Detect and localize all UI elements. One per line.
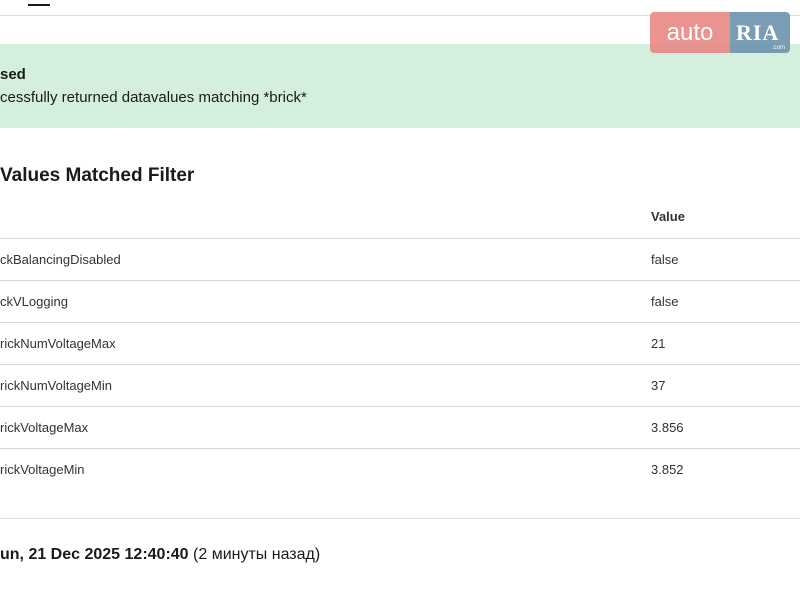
- column-header-value: Value: [651, 209, 685, 224]
- row-value: 37: [651, 378, 666, 393]
- alert-title: sed: [0, 66, 26, 83]
- row-value: 21: [651, 336, 666, 351]
- logo-ria-text: RIA: [736, 20, 780, 45]
- logo-ria-part: RIA .com: [730, 12, 790, 53]
- table-row: ckVLogging false: [0, 281, 800, 323]
- autoria-watermark-logo: auto RIA .com: [650, 12, 790, 53]
- table-row: rickVoltageMin 3.852: [0, 449, 800, 490]
- bottom-divider: [0, 518, 800, 519]
- row-name: rickVoltageMin: [0, 462, 85, 477]
- row-value: false: [651, 294, 679, 309]
- logo-ria-com: .com: [771, 45, 785, 51]
- row-name: rickNumVoltageMax: [0, 336, 116, 351]
- row-name: ckVLogging: [0, 294, 68, 309]
- row-value: 3.856: [651, 420, 684, 435]
- row-name: ckBalancingDisabled: [0, 252, 121, 267]
- success-alert: [0, 44, 800, 128]
- row-name: rickNumVoltageMin: [0, 378, 112, 393]
- last-updated-timestamp: un, 21 Dec 2025 12:40:40 (2 минуты назад…: [0, 546, 320, 564]
- timestamp-datetime: un, 21 Dec 2025 12:40:40: [0, 546, 189, 563]
- section-title: Values Matched Filter: [0, 165, 195, 186]
- table-row: rickNumVoltageMax 21: [0, 323, 800, 365]
- row-value: false: [651, 252, 679, 267]
- table-header: Value: [0, 196, 800, 239]
- logo-auto-part: auto: [650, 12, 730, 53]
- datavalues-table: Value ckBalancingDisabled false ckVLoggi…: [0, 196, 800, 490]
- table-row: rickNumVoltageMin 37: [0, 365, 800, 407]
- truncated-heading-fragment: [28, 0, 50, 6]
- row-name: rickVoltageMax: [0, 420, 89, 435]
- table-row: rickVoltageMax 3.856: [0, 407, 800, 449]
- row-value: 3.852: [651, 462, 684, 477]
- timestamp-relative: (2 минуты назад): [193, 546, 321, 563]
- alert-message: cessfully returned datavalues matching *…: [0, 89, 307, 106]
- table-row: ckBalancingDisabled false: [0, 239, 800, 281]
